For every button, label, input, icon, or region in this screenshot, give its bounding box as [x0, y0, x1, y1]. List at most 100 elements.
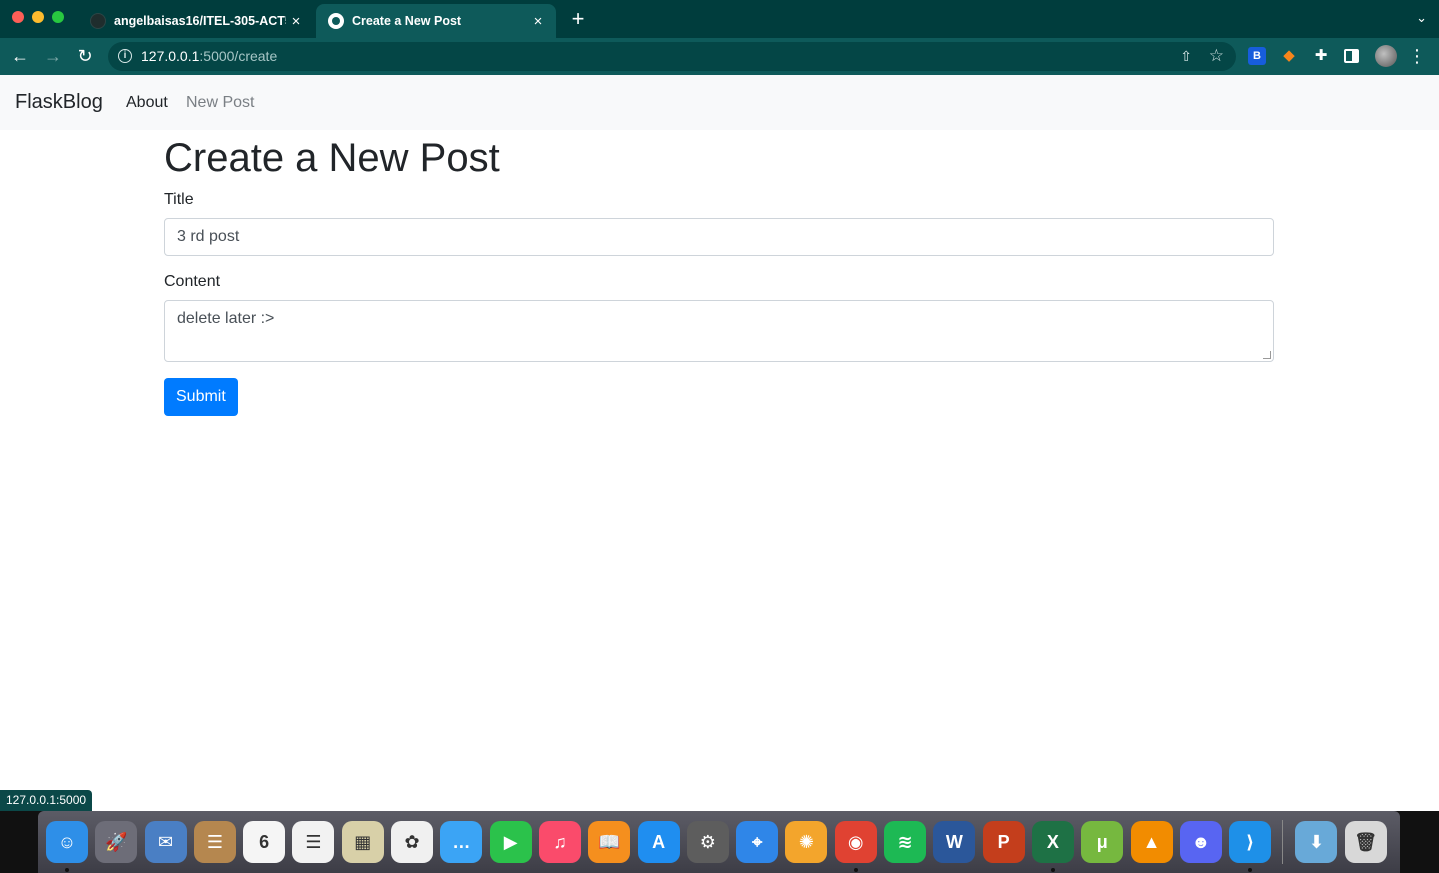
downloads-icon[interactable]: ⬇ — [1295, 821, 1338, 863]
nav-link-new-post[interactable]: New Post — [186, 94, 254, 112]
side-panel-icon[interactable] — [1344, 49, 1359, 63]
mail-icon[interactable]: ✉ — [144, 821, 187, 863]
url-path: :5000/create — [199, 48, 278, 64]
calendar-glyph: 6 — [259, 831, 270, 852]
browser-menu-icon[interactable]: ⋮ — [1408, 46, 1426, 67]
word-glyph: W — [945, 831, 963, 852]
chrome-icon[interactable]: ◉ — [834, 821, 877, 872]
word-icon[interactable]: W — [933, 821, 976, 863]
running-indicator — [1248, 868, 1253, 872]
back-button[interactable]: ← — [8, 44, 32, 68]
music-glyph: ♫ — [553, 831, 567, 852]
downloads-glyph: ⬇ — [1308, 831, 1324, 852]
new-tab-button[interactable]: + — [568, 8, 588, 30]
address-url: 127.0.0.1:5000/create — [141, 48, 277, 64]
content-text: delete later :> — [177, 310, 275, 327]
system-preferences-icon[interactable]: ⚙ — [686, 821, 729, 863]
preview-icon[interactable]: ▦ — [341, 821, 384, 863]
trash-glyph: 🗑 — [1354, 831, 1378, 852]
launchpad-icon[interactable]: 🚀 — [95, 821, 138, 863]
contacts-icon[interactable]: ☰ — [193, 821, 236, 863]
photos-icon[interactable]: ✿ — [391, 821, 434, 863]
app-store-glyph: A — [652, 831, 666, 852]
content-label: Content — [164, 273, 221, 290]
resize-handle-icon[interactable] — [1263, 351, 1271, 359]
close-icon[interactable]: × — [528, 13, 548, 30]
books-icon[interactable]: 📖 — [588, 821, 631, 863]
site-info-icon[interactable]: i — [118, 49, 132, 63]
tab-title: angelbaisas16/ITEL-305-ACT5 — [114, 14, 286, 28]
tab-title: Create a New Post — [352, 14, 462, 28]
title-label: Title — [164, 191, 194, 208]
window-minimize-button[interactable] — [32, 11, 44, 23]
metamask-extension-icon[interactable]: ◆ — [1280, 47, 1298, 65]
browser-toolbar: ← → ↻ i 127.0.0.1:5000/create ⇧ ☆ B ◆ ✚ … — [0, 38, 1439, 75]
books-glyph: 📖 — [598, 831, 621, 852]
address-bar[interactable]: i 127.0.0.1:5000/create ⇧ ☆ — [108, 42, 1236, 71]
reminders-glyph: ☰ — [305, 831, 322, 852]
dock-separator — [1282, 820, 1284, 864]
photos-glyph: ✿ — [404, 831, 420, 852]
vscode-glyph: ⟩ — [1246, 831, 1255, 852]
running-indicator — [1050, 868, 1055, 872]
forward-button[interactable]: → — [41, 44, 65, 68]
finder-icon[interactable]: ☺ — [46, 821, 88, 872]
discord-icon[interactable]: ☻ — [1179, 821, 1222, 863]
pinwheel-icon[interactable]: ✺ — [785, 821, 828, 863]
reminders-icon[interactable]: ☰ — [292, 821, 335, 863]
powerpoint-glyph: P — [997, 831, 1010, 852]
main-container: Create a New Post Title 3 rd post Conten… — [164, 130, 1274, 416]
running-indicator — [853, 868, 858, 872]
nav-link-about[interactable]: About — [126, 94, 168, 112]
finder-glyph: ☺ — [57, 831, 77, 852]
web-page: FlaskBlog About New Post Create a New Po… — [0, 75, 1439, 811]
bookmark-star-icon[interactable]: ☆ — [1209, 46, 1224, 66]
profile-avatar[interactable] — [1375, 45, 1397, 67]
excel-icon[interactable]: X — [1031, 821, 1074, 872]
bitwarden-extension-icon[interactable]: B — [1248, 47, 1266, 65]
messages-icon[interactable]: … — [440, 821, 483, 863]
spotify-icon[interactable]: ≋ — [884, 821, 927, 863]
vlc-icon[interactable]: ▲ — [1130, 821, 1173, 863]
chrome-glyph: ◉ — [847, 831, 864, 852]
vscode-icon[interactable]: ⟩ — [1229, 821, 1272, 872]
safari-icon[interactable]: ⌖ — [736, 821, 779, 863]
tab-github-repo[interactable]: angelbaisas16/ITEL-305-ACT5 × — [82, 4, 314, 38]
messages-glyph: … — [452, 831, 471, 852]
preview-glyph: ▦ — [354, 831, 372, 852]
close-icon[interactable]: × — [286, 13, 306, 30]
facetime-icon[interactable]: ▶ — [489, 821, 532, 863]
pinwheel-glyph: ✺ — [798, 831, 814, 852]
extensions-puzzle-icon[interactable]: ✚ — [1312, 47, 1330, 65]
spotify-glyph: ≋ — [897, 831, 913, 852]
mail-glyph: ✉ — [158, 831, 174, 852]
brand-link[interactable]: FlaskBlog — [15, 91, 103, 114]
content-textarea[interactable]: delete later :> — [164, 300, 1274, 362]
trash-icon[interactable]: 🗑 — [1344, 821, 1387, 863]
chevron-down-icon[interactable]: ⌄ — [1416, 10, 1427, 26]
facetime-glyph: ▶ — [503, 831, 518, 852]
excel-glyph: X — [1046, 831, 1059, 852]
utorrent-glyph: μ — [1096, 831, 1108, 852]
github-icon — [90, 13, 106, 29]
content-group: Content delete later :> — [164, 272, 1274, 362]
calendar-icon[interactable]: 6 — [243, 821, 286, 863]
submit-button[interactable]: Submit — [164, 378, 238, 416]
app-store-icon[interactable]: A — [637, 821, 680, 863]
reload-button[interactable]: ↻ — [73, 44, 97, 68]
share-icon[interactable]: ⇧ — [1180, 48, 1192, 65]
powerpoint-icon[interactable]: P — [982, 821, 1025, 863]
browser-tab-strip: angelbaisas16/ITEL-305-ACT5 × Create a N… — [0, 0, 1439, 38]
title-input[interactable]: 3 rd post — [164, 218, 1274, 256]
contacts-glyph: ☰ — [206, 831, 223, 852]
music-icon[interactable]: ♫ — [538, 821, 581, 863]
macos-dock: ☺ 🚀 ✉ ☰ 6 ☰ ▦ ✿ … ▶ ♫ 📖 A ⚙ ⌖ ✺ ◉ ≋ W P Xμ ▲ ☻ ⟩ ⬇ 🗑 — [38, 811, 1400, 873]
page-title: Create a New Post — [164, 136, 500, 180]
window-zoom-button[interactable] — [52, 11, 64, 23]
safari-glyph: ⌖ — [752, 831, 763, 852]
window-close-button[interactable] — [12, 11, 24, 23]
launchpad-glyph: 🚀 — [105, 831, 128, 852]
system-preferences-glyph: ⚙ — [699, 831, 716, 852]
tab-create-new-post[interactable]: Create a New Post × — [316, 4, 556, 38]
utorrent-icon[interactable]: μ — [1081, 821, 1124, 863]
